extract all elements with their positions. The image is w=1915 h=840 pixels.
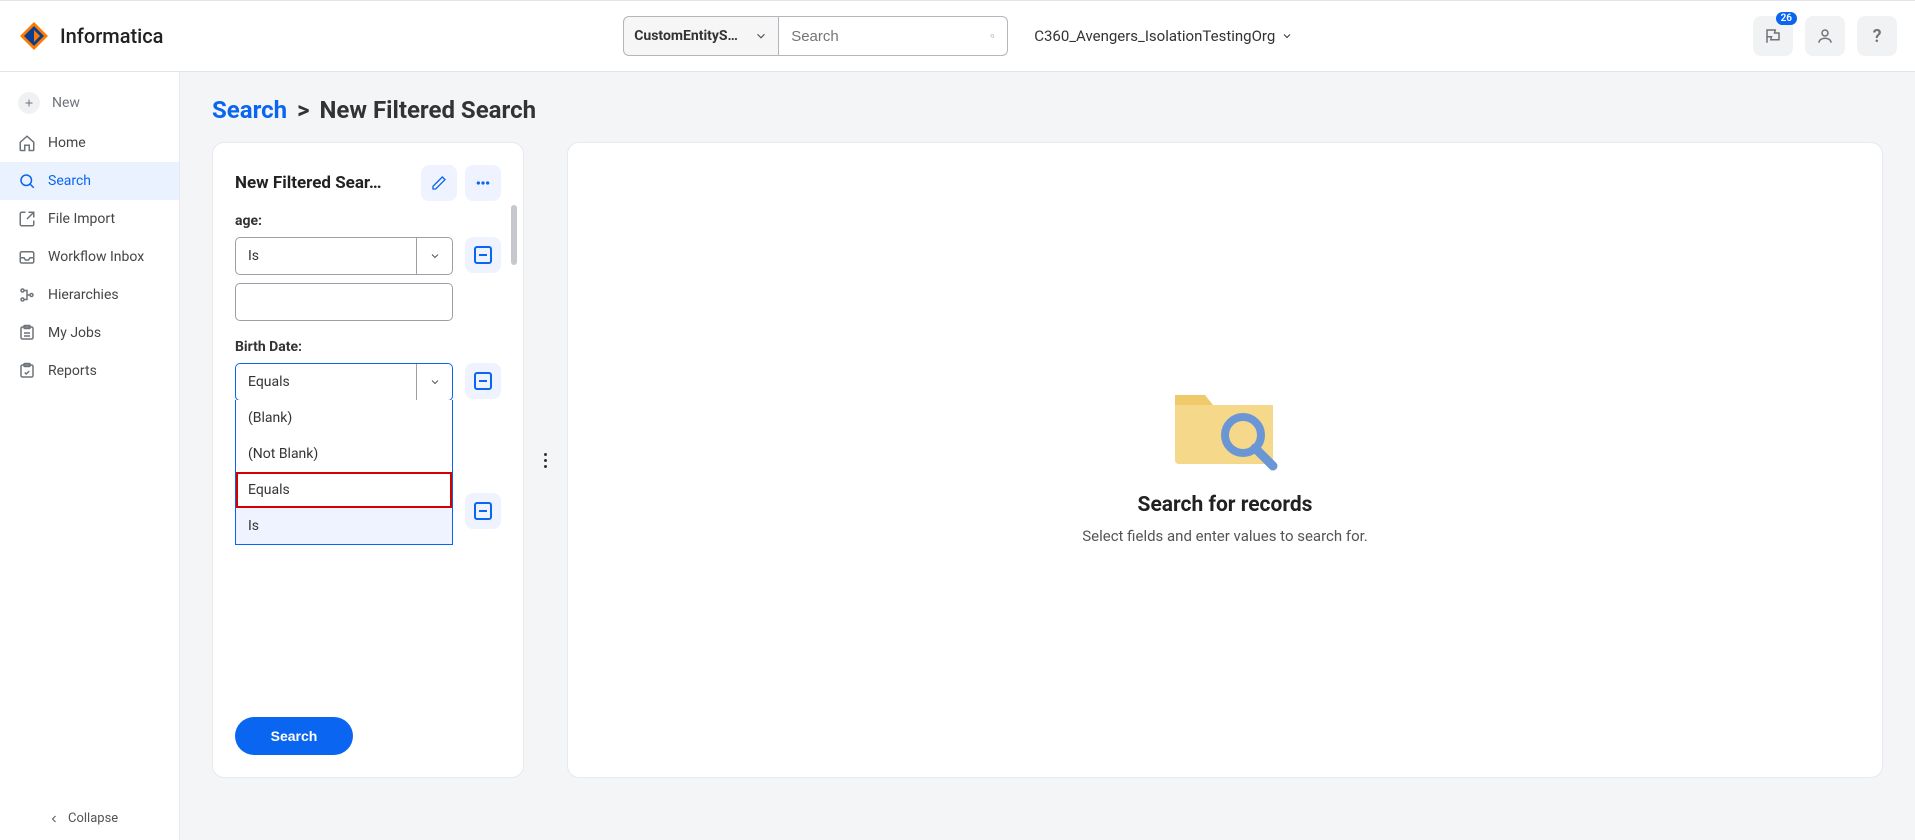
dropdown-option-not-blank[interactable]: (Not Blank) [236, 436, 452, 472]
birthdate-operator-select[interactable]: Equals [235, 363, 453, 401]
sidebar-item-label: My Jobs [48, 325, 101, 341]
entity-select[interactable]: CustomEntityS… [623, 16, 778, 56]
results-empty-subtitle: Select fields and enter values to search… [1082, 527, 1368, 545]
remove-icon [474, 502, 492, 520]
scrollbar[interactable] [511, 205, 517, 265]
folder-search-icon [1165, 375, 1285, 475]
age-operator-select[interactable]: Is [235, 237, 453, 275]
home-icon [18, 134, 36, 152]
filter-panel: New Filtered Sear… age: Is [212, 142, 524, 778]
chevron-down-icon [416, 238, 452, 274]
age-value-input[interactable] [235, 283, 453, 321]
dropdown-option-is[interactable]: Is [236, 508, 452, 544]
sidebar-item-home[interactable]: Home [0, 124, 179, 162]
field-label-age: age: [235, 213, 501, 229]
notification-badge: 26 [1776, 12, 1797, 25]
results-panel: Search for records Select fields and ent… [567, 142, 1883, 778]
sidebar-item-label: Search [48, 173, 91, 189]
sidebar-item-hierarchies[interactable]: Hierarchies [0, 276, 179, 314]
sidebar-item-search[interactable]: Search [0, 162, 179, 200]
sidebar-item-label: File Import [48, 211, 115, 227]
breadcrumb-separator: > [297, 96, 309, 124]
sidebar-item-label: Reports [48, 363, 97, 379]
reports-icon [18, 362, 36, 380]
remove-filter-button-secondary[interactable] [465, 493, 501, 529]
brand-name: Informatica [60, 24, 163, 48]
remove-age-filter-button[interactable] [465, 237, 501, 273]
age-operator-value: Is [236, 248, 416, 264]
chevron-down-icon [1281, 30, 1293, 42]
question-icon: ? [1873, 26, 1882, 47]
org-name: C360_Avengers_IsolationTestingOrg [1034, 27, 1275, 45]
sidebar-collapse[interactable]: Collapse [0, 797, 179, 840]
sidebar-item-label: Workflow Inbox [48, 249, 144, 265]
remove-birthdate-filter-button[interactable] [465, 363, 501, 399]
breadcrumb: Search > New Filtered Search [212, 96, 1883, 124]
results-empty-title: Search for records [1138, 493, 1313, 517]
search-button[interactable]: Search [235, 717, 353, 755]
search-icon [18, 172, 36, 190]
chevron-down-icon [416, 364, 452, 400]
dropdown-option-equals[interactable]: Equals [236, 472, 452, 508]
chevron-left-icon [48, 813, 60, 825]
sidebar-item-label: Home [48, 135, 86, 151]
chevron-down-icon [754, 29, 768, 43]
field-label-birthdate: Birth Date: [235, 339, 501, 355]
hierarchy-icon [18, 286, 36, 304]
edit-title-button[interactable] [421, 165, 457, 201]
sidebar-item-file-import[interactable]: File Import [0, 200, 179, 238]
collapse-label: Collapse [68, 811, 118, 826]
inbox-icon [18, 248, 36, 266]
pencil-icon [431, 175, 447, 191]
sidebar-item-workflow-inbox[interactable]: Workflow Inbox [0, 238, 179, 276]
birthdate-operator-value: Equals [236, 374, 416, 390]
jobs-icon [18, 324, 36, 342]
search-icon [990, 26, 995, 46]
import-icon [18, 210, 36, 228]
filter-panel-title: New Filtered Sear… [235, 173, 413, 193]
org-switcher[interactable]: C360_Avengers_IsolationTestingOrg [1034, 27, 1293, 45]
entity-select-label: CustomEntityS… [634, 28, 738, 44]
sidebar-item-label: New [52, 95, 80, 111]
flag-icon [1764, 27, 1782, 45]
sidebar-item-new[interactable]: New [0, 82, 179, 124]
help-button[interactable]: ? [1857, 16, 1897, 56]
sidebar-item-label: Hierarchies [48, 287, 119, 303]
informatica-logo-icon [18, 20, 50, 52]
notifications-button[interactable]: 26 [1753, 16, 1793, 56]
breadcrumb-current: New Filtered Search [319, 96, 536, 124]
dropdown-option-blank[interactable]: (Blank) [236, 400, 452, 436]
remove-icon [474, 246, 492, 264]
sidebar-item-reports[interactable]: Reports [0, 352, 179, 390]
more-actions-button[interactable] [465, 165, 501, 201]
global-search-input[interactable] [791, 28, 990, 45]
sidebar-item-my-jobs[interactable]: My Jobs [0, 314, 179, 352]
remove-icon [474, 372, 492, 390]
dots-horizontal-icon [475, 175, 491, 191]
panel-resize-handle[interactable] [544, 142, 547, 778]
user-menu-button[interactable] [1805, 16, 1845, 56]
birthdate-operator-dropdown: (Blank) (Not Blank) Equals Is [235, 400, 453, 545]
breadcrumb-root[interactable]: Search [212, 96, 287, 124]
plus-icon [18, 92, 40, 114]
user-icon [1816, 27, 1834, 45]
global-search[interactable] [778, 16, 1008, 56]
